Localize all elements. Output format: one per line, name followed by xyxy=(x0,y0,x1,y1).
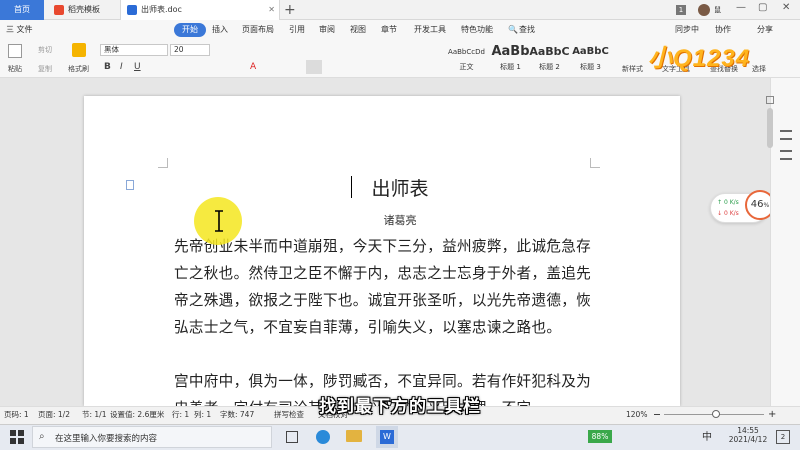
status-page-num: 页码: 1 xyxy=(4,410,29,419)
maximize-icon[interactable]: ▢ xyxy=(758,2,767,13)
style-heading3[interactable]: AaBbC 标题 3 xyxy=(568,42,613,75)
wps-writer-window: { "tabs":{"home":"首页","template":"稻壳模板",… xyxy=(0,0,800,450)
doc-map-icon[interactable] xyxy=(126,180,134,190)
scroll-up-icon[interactable] xyxy=(766,96,774,104)
italic-button[interactable]: I xyxy=(120,62,123,72)
status-setting: 设置值: 2.6厘米 xyxy=(110,410,165,419)
document-paragraph[interactable]: 先帝创业未半而中道崩殂，今天下三分，益州疲弊，此诚危急存亡之秋也。然侍卫之臣不懈… xyxy=(174,233,594,369)
daoke-icon xyxy=(54,5,64,15)
settings-icon[interactable] xyxy=(780,130,792,140)
menu-view[interactable]: 视图 xyxy=(350,20,366,40)
download-speed: ↓ 0 K/s xyxy=(717,210,739,217)
battery-indicator[interactable]: 88% xyxy=(588,430,612,443)
right-toolbar xyxy=(770,78,800,406)
zoom-out-icon[interactable] xyxy=(654,414,660,415)
status-col: 列: 1 xyxy=(194,410,212,419)
upload-speed: ↑ 0 K/s xyxy=(717,199,739,206)
taskbar-wps-app[interactable]: W xyxy=(376,426,398,448)
share-button[interactable]: 分享 xyxy=(757,20,773,40)
document-title[interactable]: 出师表 xyxy=(350,174,450,201)
font-size-select[interactable]: 20 xyxy=(170,44,210,56)
zoom-in-icon[interactable]: + xyxy=(768,406,776,424)
margin-corner xyxy=(158,158,168,168)
tab-template[interactable]: 稻壳模板 xyxy=(48,0,120,20)
collab-button[interactable]: 协作 xyxy=(715,20,731,40)
menu-references[interactable]: 引用 xyxy=(289,20,305,40)
copy-button[interactable]: 复制 xyxy=(38,64,52,74)
new-tab-button[interactable]: + xyxy=(284,2,296,18)
menu-chapter[interactable]: 章节 xyxy=(381,20,397,40)
style-heading2[interactable]: AaBbC 标题 2 xyxy=(527,42,572,75)
underline-button[interactable]: U xyxy=(134,62,141,72)
windows-start-icon[interactable] xyxy=(10,430,24,444)
task-view-icon[interactable] xyxy=(286,431,298,443)
status-page: 页面: 1/2 xyxy=(38,410,70,419)
cut-button[interactable]: 剪切 xyxy=(38,45,52,55)
wps-writer-icon: W xyxy=(380,430,394,444)
zoom-slider-handle[interactable] xyxy=(712,410,720,418)
menu-start[interactable]: 开始 xyxy=(174,23,206,37)
search-icon: ⌕ xyxy=(39,431,45,442)
menu-file[interactable]: 三 文件 xyxy=(6,20,33,40)
user-name: 鼠 xyxy=(714,6,721,14)
scrollbar-thumb[interactable] xyxy=(767,108,773,148)
margin-corner xyxy=(590,158,600,168)
taskbar-search-placeholder: 在这里输入你要搜索的内容 xyxy=(55,434,158,444)
watermark-logo: 小Q1234 xyxy=(648,45,751,72)
close-tab-icon[interactable]: ✕ xyxy=(268,0,275,20)
menu-layout[interactable]: 页面布局 xyxy=(242,20,274,40)
status-row: 行: 1 xyxy=(172,410,190,419)
menu-review[interactable]: 审阅 xyxy=(319,20,335,40)
edge-icon[interactable] xyxy=(316,430,330,444)
sync-status[interactable]: 同步中 xyxy=(675,20,699,40)
font-name-select[interactable]: 黑体 xyxy=(100,44,168,56)
format-painter-button[interactable]: 格式刷 xyxy=(68,64,89,74)
ibeam-cursor-icon xyxy=(215,210,223,232)
menu-special[interactable]: 特色功能 xyxy=(461,20,493,40)
font-color-button[interactable]: A xyxy=(250,62,256,72)
align-center-button[interactable] xyxy=(306,60,322,74)
video-subtitle: 找到最下方的工具栏 xyxy=(319,397,481,417)
taskbar-clock[interactable]: 14:55 2021/4/12 xyxy=(728,426,768,444)
tab-home[interactable]: 首页 xyxy=(0,0,44,20)
notification-icon[interactable]: 2 xyxy=(776,430,790,444)
filter-icon[interactable] xyxy=(780,150,792,160)
zoom-level: 120% xyxy=(626,410,648,419)
avatar[interactable] xyxy=(698,4,710,16)
badge: 1 xyxy=(676,5,686,15)
paste-icon[interactable] xyxy=(8,44,22,58)
document-author[interactable]: 诸葛亮 xyxy=(350,212,450,228)
search-icon[interactable]: 🔍 xyxy=(508,20,518,40)
taskbar-search-box[interactable]: ⌕ 在这里输入你要搜索的内容 xyxy=(32,426,272,448)
paste-button[interactable]: 粘贴 xyxy=(8,64,22,74)
file-explorer-icon[interactable] xyxy=(346,430,362,442)
new-style-button[interactable]: 新样式 xyxy=(622,64,643,74)
wps-writer-icon xyxy=(127,5,137,15)
bold-button[interactable]: B xyxy=(104,62,111,72)
menu-search[interactable]: 查找 xyxy=(519,20,535,40)
minimize-icon[interactable]: — xyxy=(736,2,746,13)
status-section: 节: 1/1 xyxy=(82,410,107,419)
style-normal[interactable]: AaBbCcDd 正文 xyxy=(444,42,489,75)
tab-document[interactable]: 出师表.doc ✕ xyxy=(120,0,280,20)
close-window-icon[interactable]: ✕ xyxy=(782,2,790,13)
menu-insert[interactable]: 插入 xyxy=(212,20,228,40)
format-painter-icon[interactable] xyxy=(72,43,86,57)
ime-indicator[interactable]: 中 xyxy=(702,428,712,443)
menu-devtools[interactable]: 开发工具 xyxy=(414,20,446,40)
